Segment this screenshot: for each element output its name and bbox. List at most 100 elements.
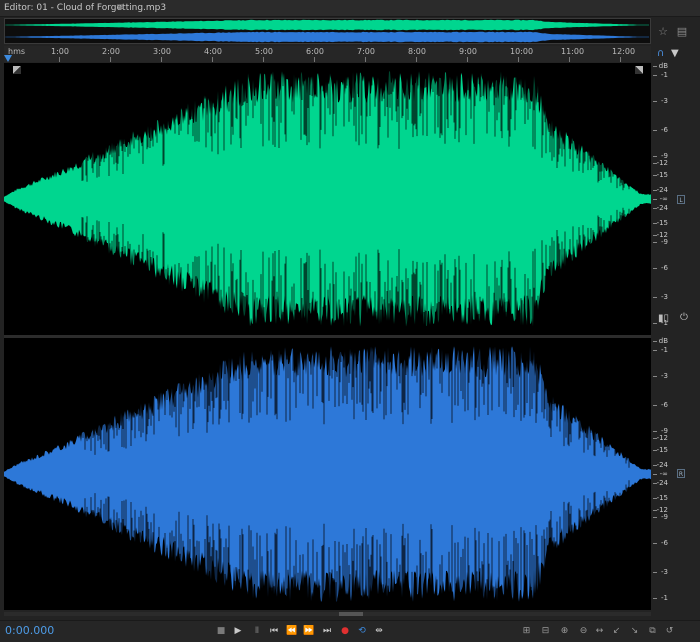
db-tick <box>653 598 657 599</box>
ruler-tick <box>212 57 213 62</box>
db-tick <box>653 465 657 466</box>
waveform-right <box>4 346 651 602</box>
timecode-display[interactable]: 0:00.000 <box>5 624 54 637</box>
db-tick <box>653 242 657 243</box>
db-tick <box>653 572 657 573</box>
ruler-label-2-00: 2:00 <box>102 47 120 56</box>
db-tick <box>653 323 657 324</box>
go-to-end-icon[interactable]: ⏭ <box>320 624 334 638</box>
db-label: -15 <box>656 219 668 227</box>
power-icon[interactable]: ⏻ <box>680 312 688 323</box>
db-label: -15 <box>656 446 668 454</box>
db-label: -∞ <box>659 195 668 203</box>
volume-slider-icon[interactable]: ▮▯ <box>658 313 669 324</box>
db-label: -1 <box>661 346 668 354</box>
db-tick <box>653 341 657 342</box>
ruler-tick <box>620 57 621 62</box>
waveform-channel-left[interactable] <box>4 63 651 335</box>
channel-tag-left[interactable]: L <box>677 195 685 204</box>
scrollbar-thumb[interactable] <box>339 612 363 616</box>
fast-forward-icon[interactable]: ⏩ <box>302 624 316 638</box>
db-tick <box>653 350 657 351</box>
skip-selection-icon[interactable]: ⇹ <box>372 624 386 638</box>
zoom-selection-icon[interactable]: ⧉ <box>645 624 660 638</box>
zoom-in-amplitude-icon[interactable]: ⊞ <box>519 624 534 638</box>
ruler-label-8-00: 8:00 <box>408 47 426 56</box>
db-tick <box>653 66 657 67</box>
reset-zoom-icon[interactable]: ↺ <box>662 624 677 638</box>
transport-bar: 0:00.000 ■ ▶ Ⅱ ⏮ ⏪ ⏩ ⏭ ● ⟲ ⇹ ⊞ ⊟ ⊕ ⊖ ↔ ↙ ↘ ⧉ ↺ <box>0 620 700 642</box>
db-tick <box>653 474 657 475</box>
ruler-tick <box>161 57 162 62</box>
ruler-tick <box>467 57 468 62</box>
snap-magnet-icon[interactable]: ∩ <box>657 48 664 59</box>
db-tick <box>653 268 657 269</box>
db-label: -15 <box>656 171 668 179</box>
db-tick <box>653 438 657 439</box>
db-label: -9 <box>661 513 668 521</box>
db-label: dB <box>658 62 668 70</box>
fade-out-handle-icon[interactable] <box>635 66 643 74</box>
db-label: -24 <box>656 186 668 194</box>
panel-menu-icon[interactable]: ▤ <box>674 19 690 43</box>
ruler-tick <box>314 57 315 62</box>
rewind-icon[interactable]: ⏪ <box>285 624 299 638</box>
db-label: -1 <box>661 594 668 602</box>
fade-in-handle-icon[interactable] <box>13 66 21 74</box>
db-label: -15 <box>656 494 668 502</box>
ruler-label-3-00: 3:00 <box>153 47 171 56</box>
waveform-left <box>4 71 651 327</box>
db-tick <box>653 235 657 236</box>
go-to-start-icon[interactable]: ⏮ <box>267 624 281 638</box>
play-icon[interactable]: ▶ <box>231 624 245 638</box>
pause-icon[interactable]: Ⅱ <box>250 624 264 638</box>
db-tick <box>653 510 657 511</box>
db-label: -6 <box>661 401 668 409</box>
db-tick <box>653 101 657 102</box>
zoom-in-left-icon[interactable]: ↙ <box>609 624 624 638</box>
db-tick <box>653 450 657 451</box>
db-label: -6 <box>661 126 668 134</box>
db-tick <box>653 175 657 176</box>
waveform-channel-right[interactable] <box>4 338 651 610</box>
db-tick <box>653 405 657 406</box>
db-label: -9 <box>661 238 668 246</box>
ruler-label-1-00: 1:00 <box>51 47 69 56</box>
db-tick <box>653 517 657 518</box>
overview-waveform <box>5 19 650 43</box>
db-label: -12 <box>656 434 668 442</box>
db-label: -24 <box>656 479 668 487</box>
zoom-in-right-icon[interactable]: ↘ <box>627 624 642 638</box>
hamburger-icon[interactable]: ≡ <box>116 0 124 16</box>
loop-icon[interactable]: ⟲ <box>355 624 369 638</box>
db-tick <box>653 498 657 499</box>
db-tick <box>653 483 657 484</box>
zoom-out-amplitude-icon[interactable]: ⊟ <box>538 624 553 638</box>
db-tick <box>653 208 657 209</box>
db-label: -3 <box>661 97 668 105</box>
channel-tag-right[interactable]: R <box>677 469 685 478</box>
marker-pin-icon[interactable]: ▼ <box>671 48 679 59</box>
waveform-overview[interactable] <box>4 18 651 44</box>
db-tick <box>653 156 657 157</box>
zoom-navigator-icon[interactable]: ☆ <box>655 19 671 43</box>
ruler-tick <box>416 57 417 62</box>
db-tick <box>653 376 657 377</box>
horizontal-scrollbar[interactable] <box>4 612 651 616</box>
time-ruler[interactable]: hms 1:00 2:00 3:00 4:00 5:00 6:00 7:00 8:00 9:00… <box>4 46 651 62</box>
db-label: -∞ <box>659 470 668 478</box>
zoom-in-time-icon[interactable]: ⊕ <box>557 624 572 638</box>
stop-icon[interactable]: ■ <box>214 624 228 638</box>
ruler-label-6-00: 6:00 <box>306 47 324 56</box>
ruler-tick <box>110 57 111 62</box>
ruler-tick <box>59 57 60 62</box>
zoom-full-icon[interactable]: ↔ <box>592 624 607 638</box>
record-icon[interactable]: ● <box>338 624 352 638</box>
db-label: -12 <box>656 159 668 167</box>
db-tick <box>653 75 657 76</box>
db-tick <box>653 190 657 191</box>
db-label: -3 <box>661 293 668 301</box>
db-tick <box>653 431 657 432</box>
playhead[interactable] <box>4 55 12 62</box>
zoom-out-time-icon[interactable]: ⊖ <box>576 624 591 638</box>
